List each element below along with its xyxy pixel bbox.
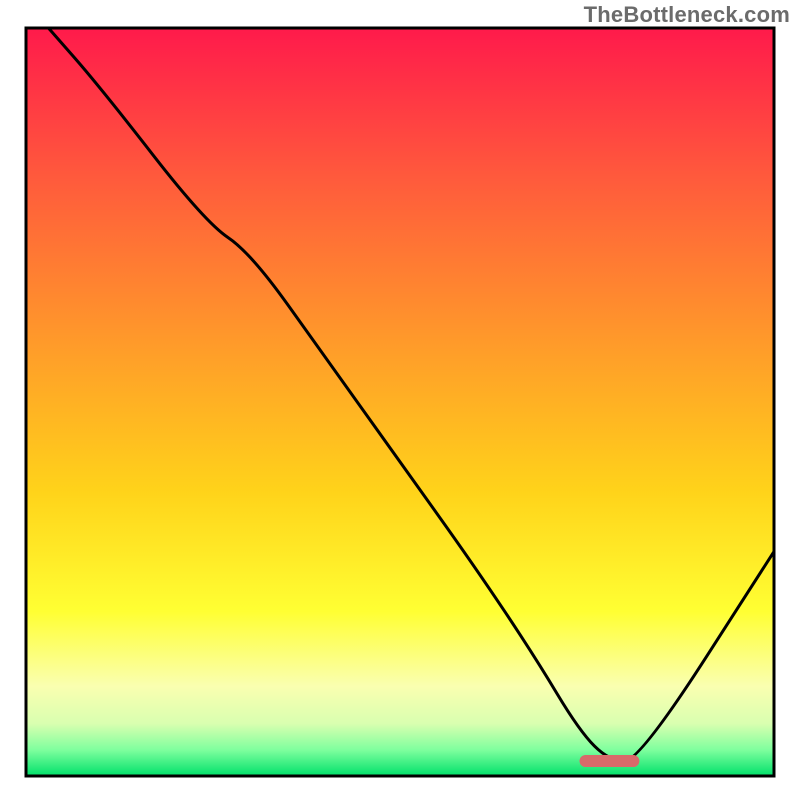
chart-background <box>26 28 774 776</box>
chart-container: { "watermark": "TheBottleneck.com", "cha… <box>0 0 800 800</box>
bottleneck-chart <box>0 0 800 800</box>
optimal-marker <box>580 755 640 767</box>
